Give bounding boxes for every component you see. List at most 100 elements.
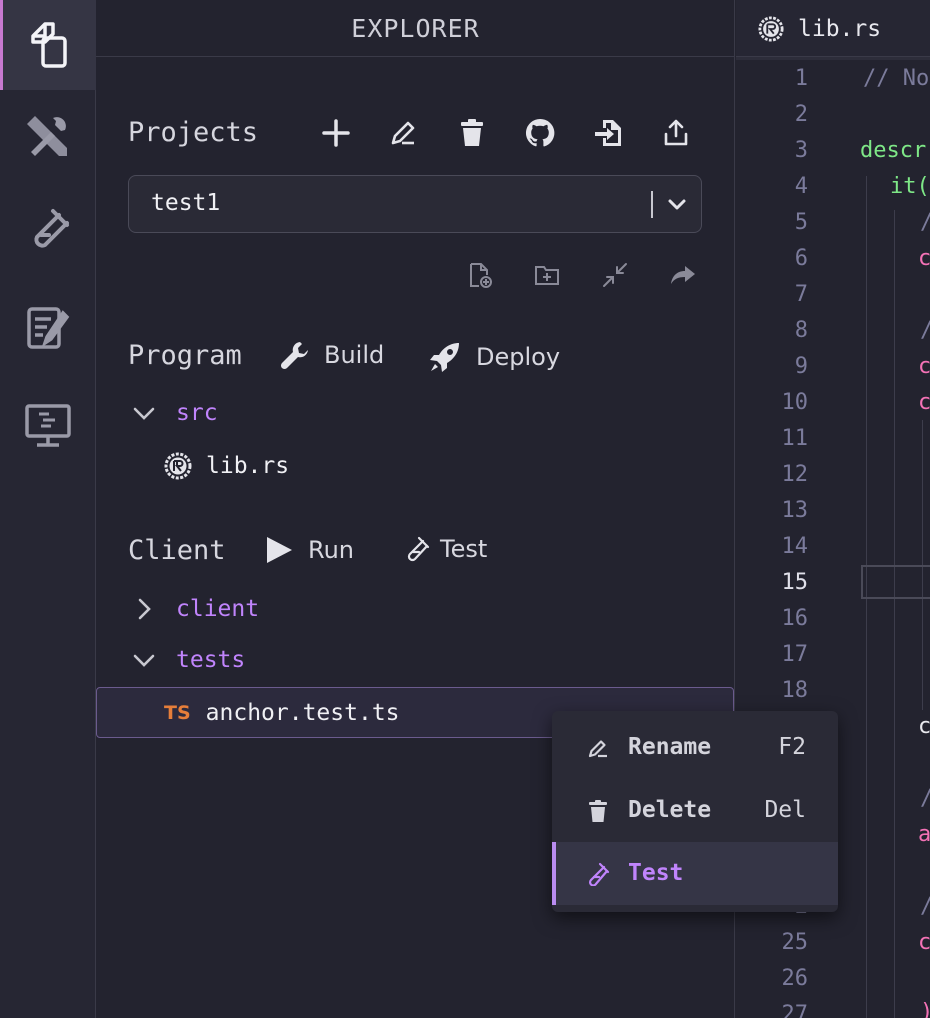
deploy-button[interactable]: Deploy: [428, 340, 560, 374]
client-label: Client: [128, 535, 226, 566]
code-line-27: ): [920, 1000, 930, 1018]
line-number: 9: [794, 354, 808, 379]
context-menu-delete[interactable]: Delete Del: [552, 779, 838, 842]
collapse-all-button[interactable]: [595, 255, 635, 295]
chevron-down-icon: [133, 407, 155, 420]
new-folder-icon: [535, 266, 559, 285]
tree-file-lib-rs[interactable]: lib.rs: [164, 452, 289, 480]
line-number: 1: [794, 66, 808, 91]
run-label: Run: [308, 536, 355, 564]
line-number: 25: [781, 930, 809, 955]
tutorials-activity-button[interactable]: [0, 283, 96, 373]
line-number: 4: [794, 174, 808, 199]
code-line-6: c: [918, 246, 930, 271]
project-select[interactable]: test1: [128, 175, 702, 233]
tab-lib-rs[interactable]: lib.rs: [736, 0, 881, 57]
code-line-1: // No: [863, 66, 930, 91]
tree-file-anchor-test[interactable]: TS anchor.test.ts: [164, 700, 400, 726]
context-menu-rename[interactable]: Rename F2: [552, 716, 838, 779]
github-button[interactable]: [520, 113, 560, 153]
share-button[interactable]: [663, 255, 703, 295]
explorer-activity-button[interactable]: [0, 0, 96, 90]
monitor-icon: [25, 404, 71, 447]
tree-folder-client[interactable]: client: [132, 596, 259, 622]
line-number: 5: [794, 210, 808, 235]
wrench-icon: [280, 342, 308, 370]
delete-project-button[interactable]: [452, 113, 492, 153]
context-menu: Rename F2 Delete Del Test: [552, 711, 838, 912]
add-icon: [322, 119, 350, 147]
new-file-icon: [470, 263, 492, 288]
import-icon: [595, 120, 621, 146]
line-number: 26: [781, 966, 809, 991]
code-line-22: a: [918, 822, 930, 847]
notes-icon: [27, 307, 70, 349]
test-button[interactable]: Test: [404, 535, 487, 563]
new-folder-button[interactable]: [527, 255, 567, 295]
editor-top-border: [736, 57, 930, 60]
line-number: 14: [781, 534, 809, 559]
test-tube-icon: [407, 536, 430, 562]
export-icon: [664, 119, 688, 146]
delete-icon: [461, 119, 483, 146]
run-button[interactable]: Run: [264, 535, 354, 565]
menu-item-shortcut: F2: [778, 734, 806, 760]
line-number: 8: [794, 318, 808, 343]
rename-icon: [588, 740, 607, 758]
rename-project-button[interactable]: [383, 113, 423, 153]
code-line-25: c: [918, 930, 930, 955]
terminal-activity-button[interactable]: [0, 380, 96, 470]
play-icon: [267, 537, 292, 563]
code-line-5: /: [920, 210, 930, 235]
line-number: 11: [781, 426, 809, 451]
test-label: Test: [440, 535, 488, 563]
tab-label: lib.rs: [798, 15, 882, 42]
current-line-highlight: [861, 565, 930, 599]
file-name: lib.rs: [206, 453, 290, 479]
code-line-3: descr: [860, 138, 927, 163]
line-number: 18: [781, 678, 809, 703]
indent-guide: [894, 210, 895, 1018]
tree-folder-tests[interactable]: tests: [132, 647, 245, 673]
import-project-button[interactable]: [588, 113, 628, 153]
new-file-button[interactable]: [460, 255, 500, 295]
file-name: anchor.test.ts: [205, 700, 400, 726]
line-number: 7: [794, 282, 808, 307]
menu-item-label: Test: [628, 860, 684, 886]
export-project-button[interactable]: [656, 113, 696, 153]
line-number: 17: [781, 642, 809, 667]
menu-item-label: Rename: [628, 734, 712, 760]
chevron-right-icon: [138, 598, 151, 620]
rust-icon: [164, 452, 192, 480]
folder-name: client: [176, 596, 260, 622]
tree-folder-src[interactable]: src: [132, 400, 218, 426]
program-label: Program: [128, 340, 242, 371]
code-line-4: it(: [890, 174, 930, 199]
github-icon: [525, 118, 555, 147]
delete-icon: [589, 800, 607, 822]
line-number: 15: [781, 570, 809, 595]
explorer-title: EXPLORER: [96, 0, 735, 57]
add-project-button[interactable]: [316, 113, 356, 153]
test-activity-button[interactable]: [0, 185, 96, 275]
code-line-8: /: [920, 318, 930, 343]
folder-name: tests: [176, 647, 246, 673]
test-icon: [588, 862, 610, 886]
build-tools-activity-button[interactable]: [0, 92, 96, 182]
line-number: 27: [781, 1002, 809, 1018]
tools-icon: [27, 116, 67, 156]
files-icon: [31, 22, 67, 68]
line-number: 6: [794, 246, 808, 271]
deploy-label: Deploy: [476, 343, 561, 371]
select-separator: [651, 191, 653, 218]
code-line-21: /: [920, 786, 930, 811]
collapse-icon: [603, 263, 627, 287]
code-line-24: /: [920, 894, 930, 919]
line-number: 13: [781, 498, 809, 523]
tab-bar: lib.rs: [736, 0, 930, 57]
build-button[interactable]: Build: [280, 340, 384, 370]
test-tube-icon: [34, 209, 69, 248]
context-menu-test[interactable]: Test: [552, 842, 838, 905]
typescript-icon: TS: [164, 702, 191, 724]
chevron-down-icon: [133, 654, 155, 667]
